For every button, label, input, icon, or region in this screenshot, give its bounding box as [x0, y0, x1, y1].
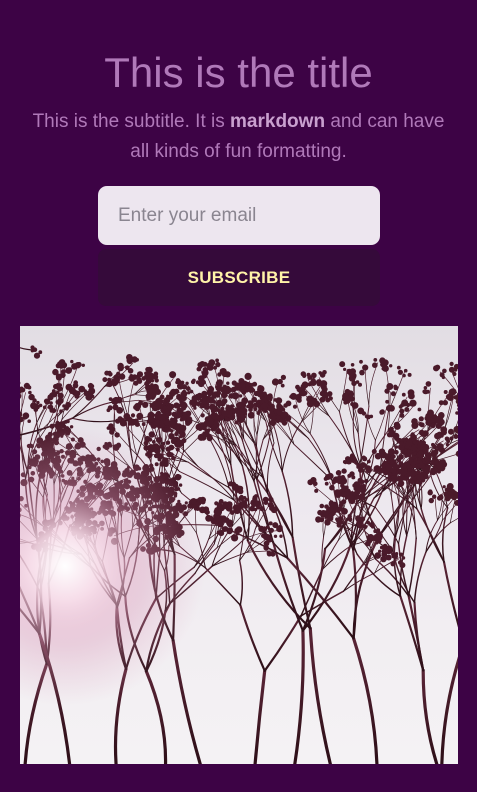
branches-photo	[20, 326, 458, 764]
hero-image	[20, 326, 458, 764]
subtitle-bold-text: markdown	[230, 111, 326, 132]
email-field[interactable]	[98, 186, 380, 245]
subtitle-lead-text: This is the subtitle. It is	[32, 111, 231, 132]
subscribe-button[interactable]: SUBSCRIBE	[98, 249, 380, 306]
page-title: This is the title	[104, 49, 373, 96]
page-subtitle: This is the subtitle. It is markdown and…	[30, 107, 447, 167]
